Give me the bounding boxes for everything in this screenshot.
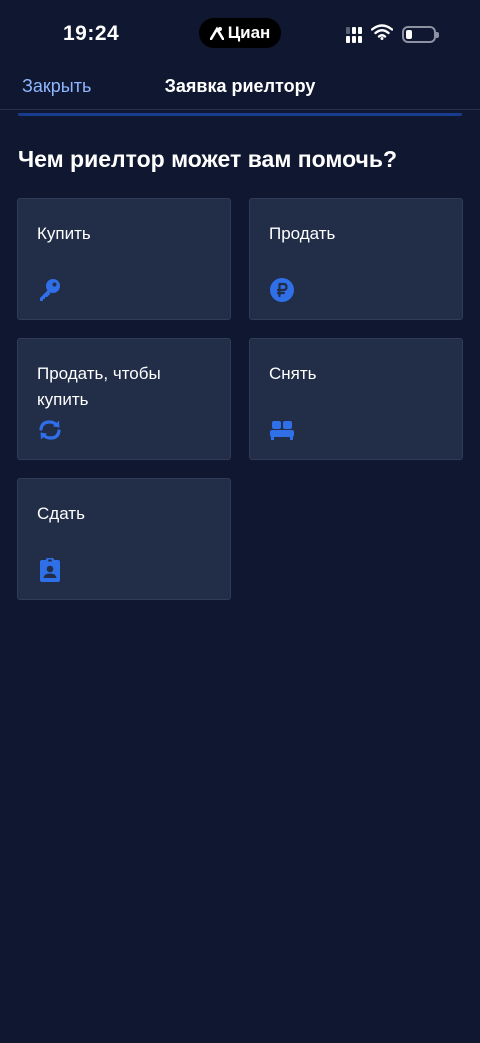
screen: 19:24 Циан Закрыть Заявка риелтору Чем р… (0, 0, 480, 1043)
option-card-let[interactable]: Сдать (17, 478, 231, 600)
progress-line (18, 113, 462, 116)
exchange-icon (37, 417, 63, 443)
option-card-sell-to-buy[interactable]: Продать, чтобы купить (17, 338, 231, 460)
app-pill[interactable]: Циан (199, 18, 281, 48)
signal-icon (346, 26, 362, 43)
key-icon (37, 277, 63, 303)
nav-bar: Закрыть Заявка риелтору (0, 70, 480, 110)
battery-icon (402, 26, 439, 43)
battery-level (406, 30, 413, 39)
question-heading: Чем риелтор может вам помочь? (18, 146, 398, 172)
ruble-icon (269, 277, 295, 303)
options-grid: Купить Продать Продать, чтобы купить Сня… (17, 198, 463, 600)
option-card-rent[interactable]: Снять (249, 338, 463, 460)
status-icons (346, 24, 439, 45)
option-label: Снять (269, 364, 317, 383)
app-pill-label: Циан (227, 23, 271, 42)
sofa-icon (269, 417, 295, 443)
status-time: 19:24 (63, 22, 120, 45)
status-bar: 19:24 Циан (0, 0, 480, 70)
option-label: Продать (269, 224, 336, 243)
option-label: Купить (37, 224, 91, 243)
badge-icon (37, 557, 63, 583)
wifi-icon (370, 24, 394, 45)
option-card-sell[interactable]: Продать (249, 198, 463, 320)
option-label: Продать, чтобы купить (37, 364, 161, 409)
option-label: Сдать (37, 504, 85, 523)
cian-logo-icon (209, 26, 224, 40)
page-title: Заявка риелтору (164, 76, 316, 96)
option-card-buy[interactable]: Купить (17, 198, 231, 320)
